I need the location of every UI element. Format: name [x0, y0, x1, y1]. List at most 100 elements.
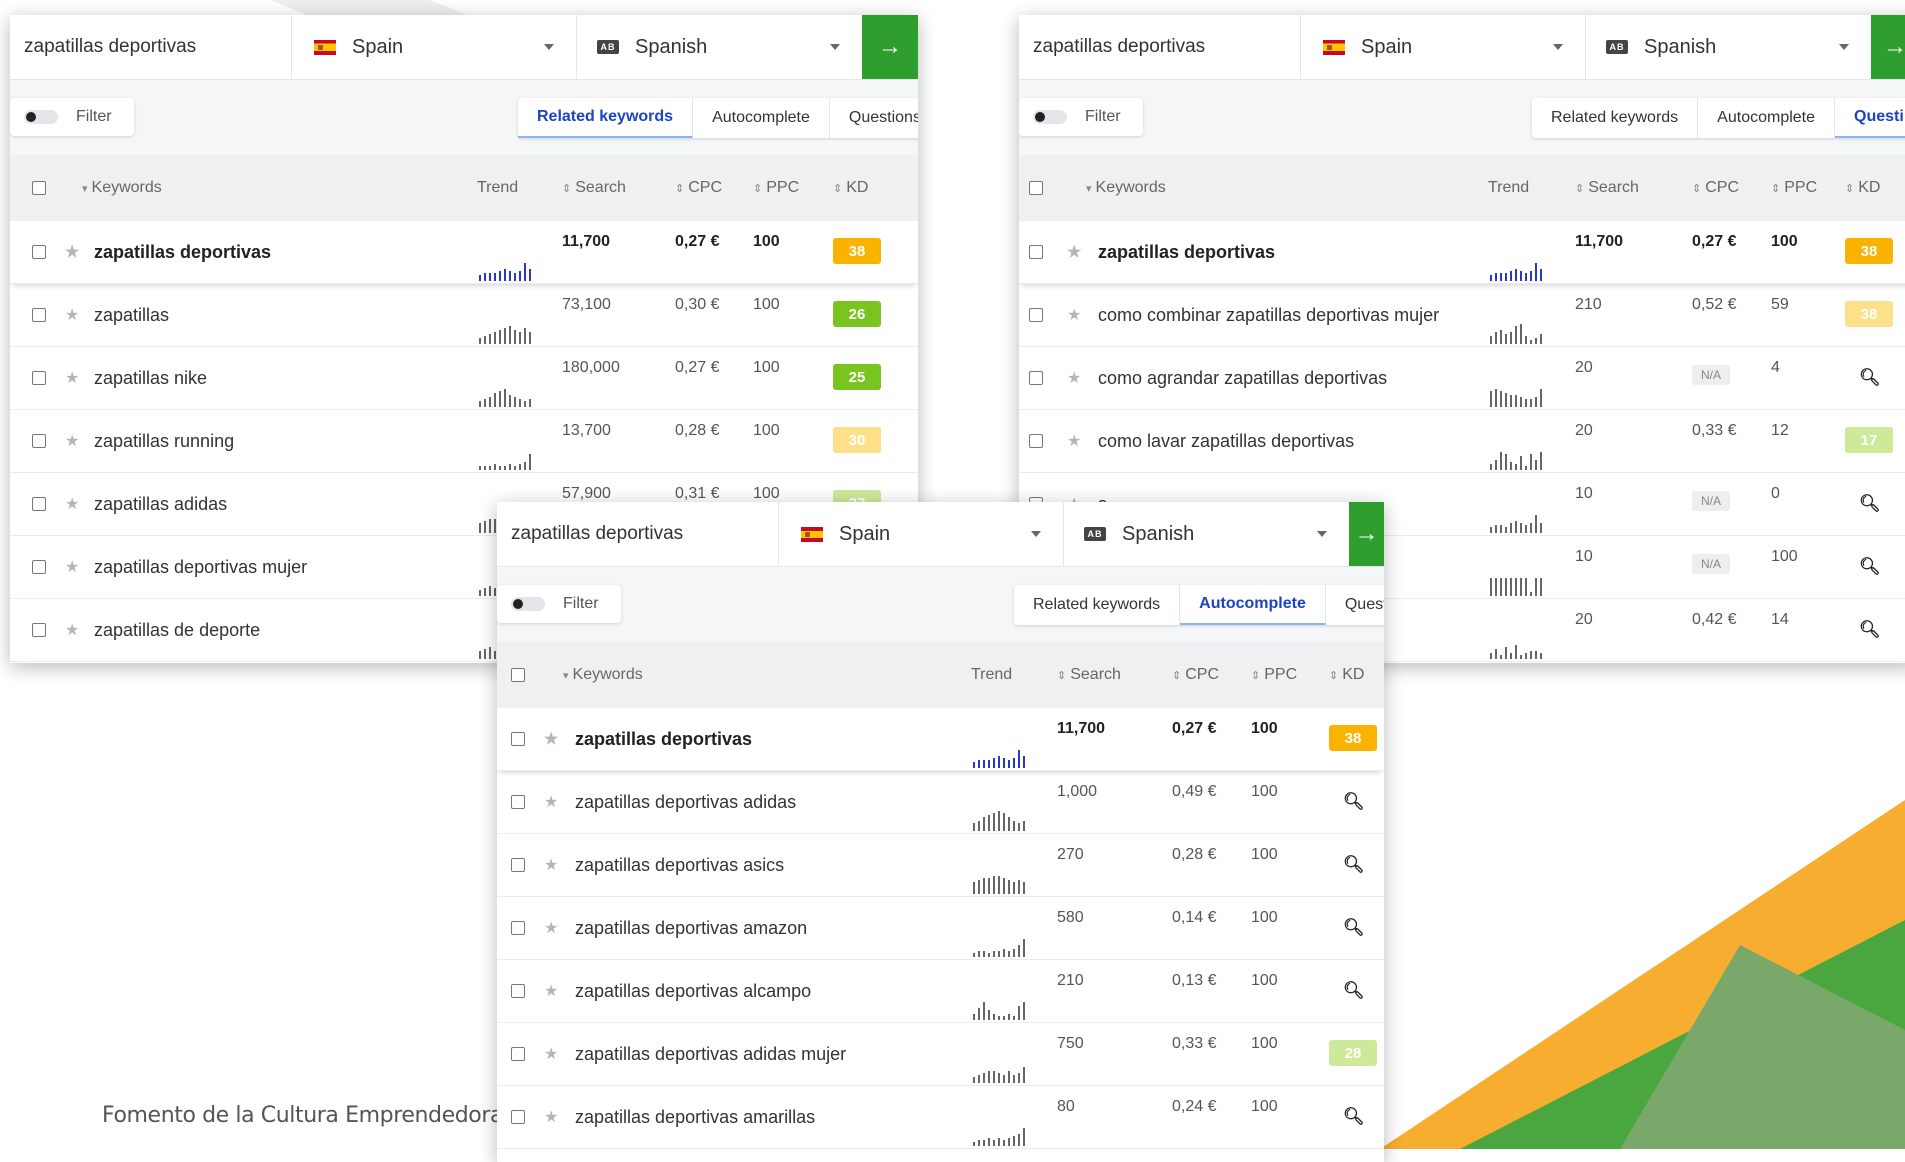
- tab-related-keywords[interactable]: Related keywords: [1532, 98, 1699, 138]
- header-kd[interactable]: ⇕ KD: [1329, 642, 1364, 708]
- row-checkbox[interactable]: [511, 771, 525, 833]
- tab-questi[interactable]: Questi: [1326, 585, 1384, 625]
- tab-autocomplete[interactable]: Autocomplete: [1180, 585, 1326, 625]
- header-keywords[interactable]: ▾ Keywords: [82, 155, 162, 221]
- row-checkbox[interactable]: [1029, 221, 1043, 283]
- keyword-text[interactable]: zapatillas de deporte: [94, 599, 260, 661]
- keyword-text[interactable]: como combinar zapatillas deportivas muje…: [1098, 284, 1439, 346]
- kd-lookup-search-icon[interactable]: 🔍︎: [1343, 897, 1365, 959]
- toggle-switch-icon[interactable]: [24, 110, 58, 124]
- row-checkbox[interactable]: [511, 1086, 525, 1148]
- tab-questions[interactable]: Questions: [830, 98, 918, 138]
- header-cpc[interactable]: ⇕ CPC: [675, 155, 722, 221]
- star-icon[interactable]: ★: [65, 536, 79, 598]
- row-checkbox[interactable]: [1029, 347, 1043, 409]
- row-checkbox[interactable]: [32, 410, 46, 472]
- header-ppc[interactable]: ⇕ PPC: [1251, 642, 1297, 708]
- star-icon[interactable]: ★: [65, 221, 79, 283]
- row-checkbox[interactable]: [32, 536, 46, 598]
- tab-autocomplete[interactable]: Autocomplete: [693, 98, 830, 138]
- star-icon[interactable]: ★: [65, 347, 79, 409]
- star-icon[interactable]: ★: [65, 284, 79, 346]
- select-all-checkbox[interactable]: [1029, 155, 1043, 221]
- row-checkbox[interactable]: [511, 897, 525, 959]
- search-submit-button[interactable]: →: [1349, 502, 1384, 566]
- kd-lookup-search-icon[interactable]: 🔍︎: [1859, 599, 1881, 661]
- header-kd[interactable]: ⇕ KD: [833, 155, 868, 221]
- tab-related-keywords[interactable]: Related keywords: [1014, 585, 1181, 625]
- star-icon[interactable]: ★: [544, 834, 558, 896]
- language-select[interactable]: AB Spanish: [1064, 502, 1349, 566]
- keyword-text[interactable]: zapatillas deportivas alcampo: [575, 960, 811, 1022]
- star-icon[interactable]: ★: [1067, 410, 1081, 472]
- keyword-text[interactable]: zapatillas deportivas amazon: [575, 897, 807, 959]
- kd-lookup-search-icon[interactable]: 🔍︎: [1859, 473, 1881, 535]
- keyword-query-input[interactable]: zapatillas deportivas: [497, 502, 779, 566]
- search-submit-button[interactable]: →: [1871, 15, 1905, 79]
- star-icon[interactable]: ★: [544, 897, 558, 959]
- keyword-text[interactable]: zapatillas running: [94, 410, 234, 472]
- tab-related-keywords[interactable]: Related keywords: [518, 98, 694, 138]
- keyword-text[interactable]: como lavar zapatillas deportivas: [1098, 410, 1354, 472]
- header-keywords[interactable]: ▾ Keywords: [1086, 155, 1166, 221]
- filter-toggle[interactable]: Filter: [10, 98, 134, 136]
- row-checkbox[interactable]: [32, 347, 46, 409]
- star-icon[interactable]: ★: [544, 1086, 558, 1148]
- kd-lookup-search-icon[interactable]: 🔍︎: [1859, 536, 1881, 598]
- header-search[interactable]: ⇕ Search: [562, 155, 626, 221]
- keyword-text[interactable]: zapatillas deportivas mujer: [94, 536, 307, 598]
- row-checkbox[interactable]: [511, 1023, 525, 1085]
- tab-autocomplete[interactable]: Autocomplete: [1698, 98, 1836, 138]
- kd-lookup-search-icon[interactable]: 🔍︎: [1859, 347, 1881, 409]
- kd-lookup-search-icon[interactable]: 🔍︎: [1343, 834, 1365, 896]
- kd-lookup-search-icon[interactable]: 🔍︎: [1343, 960, 1365, 1022]
- country-select[interactable]: Spain: [292, 15, 577, 79]
- keyword-text[interactable]: zapatillas deportivas: [1098, 221, 1275, 283]
- kd-lookup-search-icon[interactable]: 🔍︎: [1343, 771, 1365, 833]
- search-submit-button[interactable]: →: [862, 15, 918, 79]
- keyword-text[interactable]: zapatillas: [94, 284, 169, 346]
- kd-lookup-search-icon[interactable]: 🔍︎: [1343, 1086, 1365, 1148]
- language-select[interactable]: AB Spanish: [1586, 15, 1871, 79]
- keyword-text[interactable]: como agrandar zapatillas deportivas: [1098, 347, 1387, 409]
- header-kd[interactable]: ⇕ KD: [1845, 155, 1880, 221]
- header-cpc[interactable]: ⇕ CPC: [1172, 642, 1219, 708]
- star-icon[interactable]: ★: [544, 708, 558, 770]
- keyword-query-input[interactable]: zapatillas deportivas: [10, 15, 292, 79]
- star-icon[interactable]: ★: [544, 771, 558, 833]
- keyword-text[interactable]: zapatillas deportivas: [575, 708, 752, 770]
- row-checkbox[interactable]: [32, 221, 46, 283]
- header-ppc[interactable]: ⇕ PPC: [1771, 155, 1817, 221]
- header-search[interactable]: ⇕ Search: [1575, 155, 1639, 221]
- keyword-text[interactable]: zapatillas deportivas asics: [575, 834, 784, 896]
- keyword-text[interactable]: zapatillas nike: [94, 347, 207, 409]
- keyword-text[interactable]: zapatillas adidas: [94, 473, 227, 535]
- country-select[interactable]: Spain: [1301, 15, 1586, 79]
- tab-questi[interactable]: Questi: [1835, 98, 1905, 138]
- row-checkbox[interactable]: [32, 284, 46, 346]
- header-cpc[interactable]: ⇕ CPC: [1692, 155, 1739, 221]
- star-icon[interactable]: ★: [65, 599, 79, 661]
- keyword-text[interactable]: zapatillas deportivas adidas: [575, 771, 796, 833]
- row-checkbox[interactable]: [511, 960, 525, 1022]
- keyword-text[interactable]: zapatillas deportivas amarillas: [575, 1086, 815, 1148]
- keyword-query-input[interactable]: zapatillas deportivas: [1019, 15, 1301, 79]
- country-select[interactable]: Spain: [779, 502, 1064, 566]
- star-icon[interactable]: ★: [1067, 221, 1081, 283]
- toggle-switch-icon[interactable]: [1033, 110, 1067, 124]
- toggle-switch-icon[interactable]: [511, 597, 545, 611]
- star-icon[interactable]: ★: [65, 410, 79, 472]
- filter-toggle[interactable]: Filter: [1019, 98, 1143, 136]
- select-all-checkbox[interactable]: [511, 642, 525, 708]
- row-checkbox[interactable]: [32, 599, 46, 661]
- row-checkbox[interactable]: [32, 473, 46, 535]
- row-checkbox[interactable]: [511, 834, 525, 896]
- star-icon[interactable]: ★: [544, 960, 558, 1022]
- row-checkbox[interactable]: [511, 708, 525, 770]
- row-checkbox[interactable]: [1029, 284, 1043, 346]
- header-search[interactable]: ⇕ Search: [1057, 642, 1121, 708]
- keyword-text[interactable]: zapatillas deportivas: [94, 221, 271, 283]
- filter-toggle[interactable]: Filter: [497, 585, 621, 623]
- star-icon[interactable]: ★: [1067, 347, 1081, 409]
- language-select[interactable]: AB Spanish: [577, 15, 862, 79]
